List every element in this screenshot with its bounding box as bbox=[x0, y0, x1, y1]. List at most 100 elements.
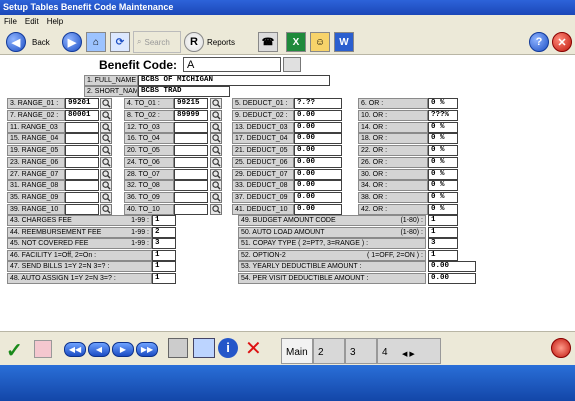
fee-input[interactable]: 1 bbox=[152, 250, 176, 261]
forward-button[interactable]: ▶ bbox=[62, 31, 82, 53]
back-button[interactable]: ◀ Back bbox=[6, 31, 50, 53]
word-button[interactable]: W bbox=[334, 31, 354, 53]
range-lookup-search-icon[interactable] bbox=[100, 157, 112, 168]
to-lookup-search-icon[interactable] bbox=[210, 192, 222, 203]
close-button[interactable]: ✕ bbox=[552, 31, 572, 53]
range-input[interactable] bbox=[65, 145, 99, 156]
range-lookup-search-icon[interactable] bbox=[100, 145, 112, 156]
to-input[interactable] bbox=[174, 169, 208, 180]
to-input[interactable] bbox=[174, 133, 208, 144]
range-input[interactable]: 80001 bbox=[65, 110, 99, 121]
or-input[interactable]: 0 % bbox=[428, 98, 458, 109]
print-icon[interactable] bbox=[168, 338, 188, 358]
to-input[interactable] bbox=[174, 204, 208, 215]
home-button[interactable]: ⌂ bbox=[86, 31, 106, 53]
to-lookup-search-icon[interactable] bbox=[210, 145, 222, 156]
range-lookup-search-icon[interactable] bbox=[100, 110, 112, 121]
short-name-input[interactable]: BCBS TRAD bbox=[138, 86, 230, 97]
tab-main[interactable]: Main bbox=[281, 338, 313, 364]
deduct-input[interactable]: 0.00 bbox=[294, 204, 342, 215]
fee-input[interactable]: 1 bbox=[152, 273, 176, 284]
search-button[interactable]: ⌕ Search bbox=[133, 31, 181, 53]
to-lookup-search-icon[interactable] bbox=[210, 98, 222, 109]
option-input[interactable]: 0.00 bbox=[428, 273, 476, 284]
option-input[interactable]: 1 bbox=[428, 227, 458, 238]
deduct-input[interactable]: 0.00 bbox=[294, 110, 342, 121]
first-record-button[interactable]: ◀◀ bbox=[64, 342, 86, 357]
to-lookup-search-icon[interactable] bbox=[210, 204, 222, 215]
range-lookup-search-icon[interactable] bbox=[100, 133, 112, 144]
to-input[interactable]: 99215 bbox=[174, 98, 208, 109]
range-input[interactable]: 99201 bbox=[65, 98, 99, 109]
range-input[interactable] bbox=[65, 169, 99, 180]
windows-icon[interactable] bbox=[193, 338, 215, 358]
option-input[interactable]: 3 bbox=[428, 238, 458, 249]
fee-input[interactable]: 1 bbox=[152, 261, 176, 272]
deduct-input[interactable]: 0.00 bbox=[294, 145, 342, 156]
full-name-input[interactable]: BCBS OF MICHIGAN bbox=[138, 75, 330, 86]
benefit-code-input[interactable]: A bbox=[183, 57, 281, 72]
delete-icon[interactable]: ✕ bbox=[245, 336, 262, 361]
or-input[interactable]: 0 % bbox=[428, 157, 458, 168]
cancel-edit-button[interactable] bbox=[34, 340, 52, 358]
menu-help[interactable]: Help bbox=[43, 15, 67, 28]
range-lookup-search-icon[interactable] bbox=[100, 169, 112, 180]
to-input[interactable] bbox=[174, 157, 208, 168]
deduct-input[interactable]: 0.00 bbox=[294, 180, 342, 191]
option-input[interactable]: 1 bbox=[428, 215, 458, 226]
to-lookup-search-icon[interactable] bbox=[210, 133, 222, 144]
range-input[interactable] bbox=[65, 133, 99, 144]
to-input[interactable]: 89999 bbox=[174, 110, 208, 121]
range-input[interactable] bbox=[65, 157, 99, 168]
menu-edit[interactable]: Edit bbox=[21, 15, 43, 28]
range-input[interactable] bbox=[65, 180, 99, 191]
range-lookup-search-icon[interactable] bbox=[100, 180, 112, 191]
fee-input[interactable]: 3 bbox=[152, 238, 176, 249]
reports-button[interactable]: R Reports bbox=[184, 31, 235, 53]
to-input[interactable] bbox=[174, 192, 208, 203]
next-record-button[interactable]: ▶ bbox=[112, 342, 134, 357]
option-input[interactable]: 1 bbox=[428, 250, 458, 261]
tab-scroll-arrows[interactable]: ◀ ▶ bbox=[402, 350, 415, 358]
or-input[interactable]: 0 % bbox=[428, 133, 458, 144]
refresh-button[interactable]: ⟳ bbox=[110, 31, 130, 53]
to-input[interactable] bbox=[174, 180, 208, 191]
contacts-button[interactable]: ☺ bbox=[310, 31, 330, 53]
or-input[interactable]: 0 % bbox=[428, 145, 458, 156]
to-lookup-search-icon[interactable] bbox=[210, 122, 222, 133]
or-input[interactable]: 0 % bbox=[428, 192, 458, 203]
menu-file[interactable]: File bbox=[0, 15, 21, 28]
deduct-input[interactable]: 0.00 bbox=[294, 157, 342, 168]
or-input[interactable]: ???% bbox=[428, 110, 458, 121]
or-input[interactable]: 0 % bbox=[428, 122, 458, 133]
last-record-button[interactable]: ▶▶ bbox=[136, 342, 158, 357]
range-input[interactable] bbox=[65, 122, 99, 133]
fax-button[interactable]: ☎ bbox=[258, 31, 278, 53]
range-input[interactable] bbox=[65, 192, 99, 203]
to-lookup-search-icon[interactable] bbox=[210, 157, 222, 168]
info-icon[interactable]: i bbox=[218, 338, 238, 358]
excel-button[interactable]: X bbox=[286, 31, 306, 53]
fee-input[interactable]: 2 bbox=[152, 227, 176, 238]
deduct-input[interactable]: 0.00 bbox=[294, 122, 342, 133]
range-lookup-search-icon[interactable] bbox=[100, 204, 112, 215]
tab-2[interactable]: 2 bbox=[313, 338, 345, 364]
deduct-input[interactable]: 0.00 bbox=[294, 133, 342, 144]
to-input[interactable] bbox=[174, 122, 208, 133]
or-input[interactable]: 0 % bbox=[428, 180, 458, 191]
to-input[interactable] bbox=[174, 145, 208, 156]
tab-3[interactable]: 3 bbox=[345, 338, 377, 364]
range-lookup-search-icon[interactable] bbox=[100, 98, 112, 109]
or-input[interactable]: 0 % bbox=[428, 169, 458, 180]
deduct-input[interactable]: ?.?? bbox=[294, 98, 342, 109]
fee-input[interactable]: 1 bbox=[152, 215, 176, 226]
deduct-input[interactable]: 0.00 bbox=[294, 169, 342, 180]
to-lookup-search-icon[interactable] bbox=[210, 110, 222, 121]
option-input[interactable]: 0.00 bbox=[428, 261, 476, 272]
range-lookup-search-icon[interactable] bbox=[100, 122, 112, 133]
deduct-input[interactable]: 0.00 bbox=[294, 192, 342, 203]
help-button[interactable]: ? bbox=[529, 31, 549, 53]
to-lookup-search-icon[interactable] bbox=[210, 169, 222, 180]
range-lookup-search-icon[interactable] bbox=[100, 192, 112, 203]
previous-record-button[interactable]: ◀ bbox=[88, 342, 110, 357]
